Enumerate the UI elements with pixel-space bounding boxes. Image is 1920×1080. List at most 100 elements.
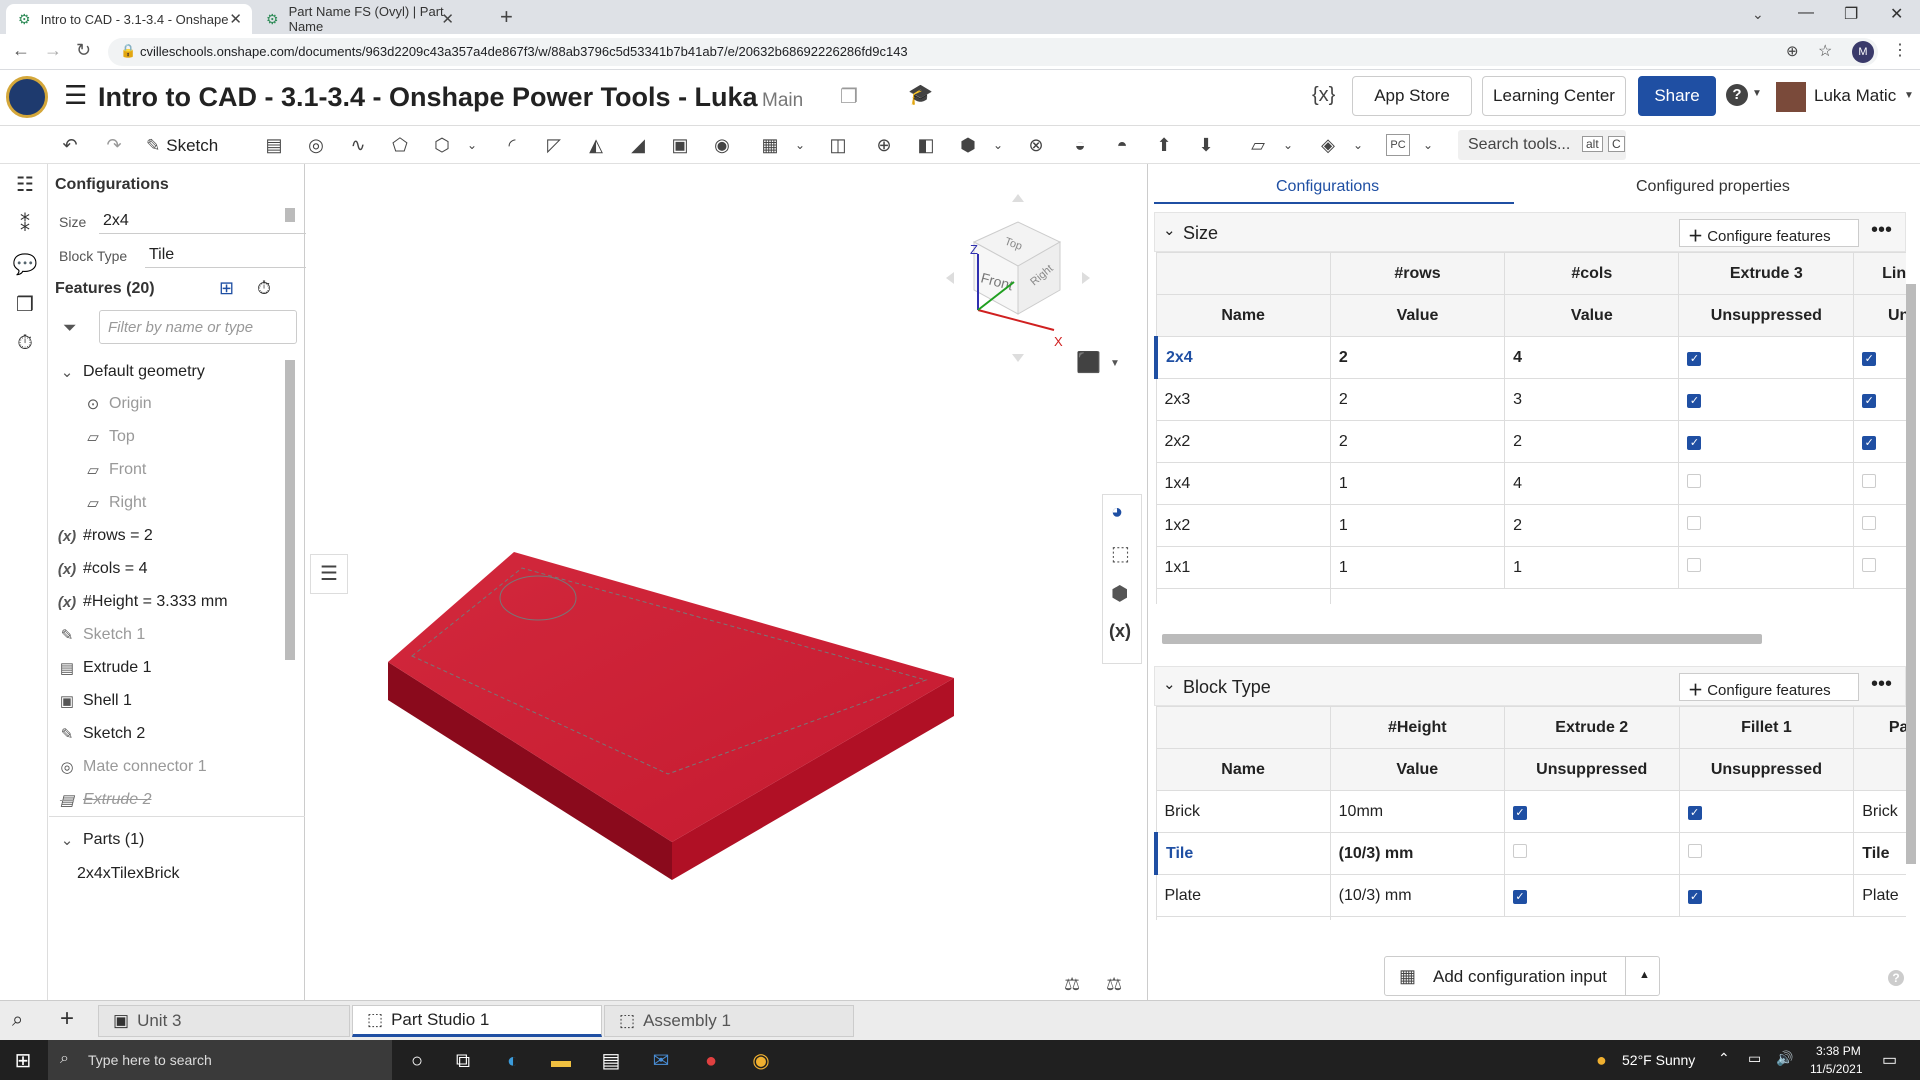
units-selector[interactable]: PC xyxy=(1386,134,1410,156)
tab-part-studio-1[interactable]: ⬚ Part Studio 1 xyxy=(352,1005,602,1037)
clock-date[interactable]: 11/5/2021 xyxy=(1810,1062,1863,1076)
sweep-icon[interactable]: ∿ xyxy=(346,134,370,156)
config-name[interactable]: 2x3 xyxy=(1155,378,1331,421)
history-icon[interactable]: ⏱ xyxy=(12,332,38,358)
table-row[interactable]: 2x4 2 4 ✓ ✓ xyxy=(1154,336,1906,379)
caret-up-icon[interactable]: ▲ xyxy=(1639,969,1650,981)
config-value[interactable]: 2 xyxy=(1504,420,1680,463)
boolean-icon[interactable]: ⊕ xyxy=(872,134,896,156)
tab-search-icon[interactable]: ⌄ xyxy=(1752,6,1764,23)
draft-icon[interactable]: ◭ xyxy=(584,134,608,156)
clock-time[interactable]: 3:38 PM xyxy=(1816,1044,1861,1058)
search-tools-input[interactable]: Search tools... alt C xyxy=(1458,130,1626,160)
config-value[interactable]: Brick xyxy=(1853,790,1906,833)
more-options-icon[interactable]: ••• xyxy=(1871,219,1892,242)
help-dropdown-icon[interactable]: ▼ xyxy=(1752,88,1762,99)
loft-icon[interactable]: ⬠ xyxy=(388,134,412,156)
view-options-dropdown-icon[interactable]: ▼ xyxy=(1110,358,1120,369)
new-tab-icon[interactable]: + xyxy=(500,4,513,30)
table-row[interactable]: 1x2 1 2 xyxy=(1155,504,1906,547)
browser-menu-icon[interactable]: ⋮ xyxy=(1892,40,1908,60)
maximize-icon[interactable]: ❐ xyxy=(1844,4,1858,24)
weather-text[interactable]: 52°F Sunny xyxy=(1622,1052,1695,1068)
modify-fillet-icon[interactable]: ◒ xyxy=(1068,134,1092,156)
close-tab-icon[interactable]: ✕ xyxy=(441,10,454,28)
browser-tab-partname[interactable]: ⚙ Part Name FS (Ovyl) | Part Name ✕ xyxy=(254,4,464,34)
feature-top-plane[interactable]: ▱ Top xyxy=(83,425,135,449)
config-name[interactable]: 1x4 xyxy=(1155,462,1331,505)
configure-features-button[interactable]: ＋ Configure features xyxy=(1679,673,1859,701)
transform-icon[interactable]: ⬢ xyxy=(956,134,980,156)
tab-assembly-1[interactable]: ⬚ Assembly 1 xyxy=(604,1005,854,1037)
share-button[interactable]: Share xyxy=(1638,76,1716,116)
undo-icon[interactable]: ↶ xyxy=(58,134,82,156)
table-row[interactable]: Brick 10mm ✓ ✓ Brick xyxy=(1155,790,1906,833)
zoom-icon[interactable]: ⊕ xyxy=(1786,42,1799,60)
mate-connector-icon[interactable]: ◈ xyxy=(1316,134,1340,156)
close-window-icon[interactable]: ✕ xyxy=(1890,4,1903,24)
feature-mate-connector-1[interactable]: ◎ Mate connector 1 xyxy=(57,755,206,779)
default-geometry-folder[interactable]: ⌄ Default geometry xyxy=(57,360,205,384)
feature-var-cols[interactable]: (x) #cols = 4 xyxy=(57,557,148,581)
config-name[interactable]: Brick xyxy=(1155,790,1331,833)
dropdown-arrow-icon[interactable]: ⌄ xyxy=(788,134,812,156)
feature-list-toggle-icon[interactable]: ☰ xyxy=(310,554,348,594)
checkbox-unchecked[interactable] xyxy=(1512,844,1527,858)
config-value[interactable]: 3 xyxy=(1504,378,1680,421)
versions-icon[interactable]: ❐ xyxy=(840,84,858,109)
dropdown-arrow-icon[interactable]: ⌄ xyxy=(460,134,484,156)
profile-avatar-icon[interactable]: M xyxy=(1852,41,1874,63)
reload-icon[interactable]: ↻ xyxy=(76,40,91,61)
new-config-name-input[interactable]: Name xyxy=(1155,588,1331,604)
config-value[interactable]: 1 xyxy=(1329,504,1506,547)
feature-list-icon[interactable]: ☷ xyxy=(12,172,38,198)
graphics-viewport[interactable]: Top Front Right Z X ⬛ ▼ ◕ ⬚ ⬢ (x) ☰ ⚖ ⚖ xyxy=(306,164,1146,1000)
store-icon[interactable]: ▤ xyxy=(598,1048,624,1074)
revolve-icon[interactable]: ◎ xyxy=(304,134,328,156)
school-logo[interactable] xyxy=(6,76,48,118)
edge-icon[interactable]: ◐ xyxy=(500,1048,526,1074)
tray-chevron-icon[interactable]: ⌃ xyxy=(1718,1050,1730,1067)
table-row[interactable]: 2x3 2 3 ✓ ✓ xyxy=(1155,378,1906,421)
checkbox-unchecked[interactable] xyxy=(1687,558,1702,572)
checkbox-checked[interactable]: ✓ xyxy=(1687,889,1702,904)
help-icon[interactable]: ? xyxy=(1888,970,1904,986)
checkbox-checked[interactable]: ✓ xyxy=(1687,805,1702,820)
part-item[interactable]: 2x4xTilexBrick xyxy=(77,862,180,886)
checkbox-unchecked[interactable] xyxy=(1862,558,1877,572)
parts-icon[interactable]: ❒ xyxy=(12,292,38,318)
appearance-icon[interactable]: ◕ xyxy=(1111,501,1123,524)
feature-var-rows[interactable]: (x) #rows = 2 xyxy=(57,524,153,548)
sketch-button[interactable]: ✎ Sketch xyxy=(146,132,218,160)
variable-table-icon[interactable]: (x) xyxy=(1109,621,1131,642)
dropdown-arrow-icon[interactable]: ⌄ xyxy=(1276,134,1300,156)
config-value[interactable]: Tile xyxy=(1853,832,1906,875)
block-type-config-select[interactable]: Tile ▼ xyxy=(145,240,321,268)
config-name[interactable]: 1x1 xyxy=(1155,546,1331,589)
config-value[interactable]: 2 xyxy=(1329,378,1506,421)
cortana-icon[interactable]: ○ xyxy=(404,1048,430,1074)
config-value[interactable]: 2 xyxy=(1504,504,1680,547)
table-row[interactable]: Plate (10/3) mm ✓ ✓ Plate xyxy=(1155,874,1906,917)
branch-label[interactable]: Main xyxy=(762,90,803,112)
bookmark-star-icon[interactable]: ☆ xyxy=(1818,41,1832,61)
config-value[interactable]: 2 xyxy=(1329,336,1506,379)
learning-cap-icon[interactable]: 🎓 xyxy=(908,82,933,107)
config-name[interactable]: Plate xyxy=(1155,874,1331,917)
url-field[interactable]: 🔒 cvilleschools.onshape.com/documents/96… xyxy=(108,38,1878,66)
checkbox-unchecked[interactable] xyxy=(1862,516,1877,530)
config-scrollbar[interactable] xyxy=(285,208,295,222)
feature-right-plane[interactable]: ▱ Right xyxy=(83,491,146,515)
checkbox-checked[interactable]: ✓ xyxy=(1687,435,1702,450)
feature-shell-1[interactable]: ▣ Shell 1 xyxy=(57,689,132,713)
rib-icon[interactable]: ◢ xyxy=(626,134,650,156)
checkbox-checked[interactable]: ✓ xyxy=(1862,435,1877,450)
new-config-row[interactable]: Name xyxy=(1155,916,1906,920)
back-icon[interactable]: ← xyxy=(12,40,30,61)
config-value[interactable]: (10/3) mm xyxy=(1329,874,1505,917)
comments-icon[interactable]: 💬 xyxy=(12,252,38,278)
view-options-icon[interactable]: ⬛ xyxy=(1076,350,1101,375)
dropdown-arrow-icon[interactable]: ⌄ xyxy=(1416,134,1440,156)
checkbox-checked[interactable]: ✓ xyxy=(1862,393,1877,408)
mass-properties-icon[interactable]: ⬢ xyxy=(1111,581,1128,606)
